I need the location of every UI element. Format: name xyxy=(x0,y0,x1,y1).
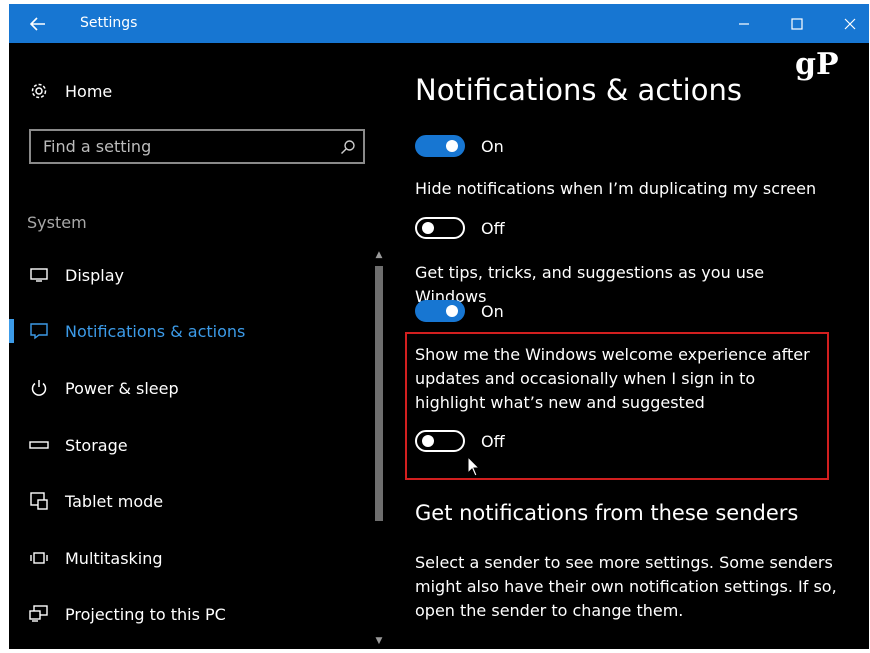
sidebar-item-power[interactable]: Power & sleep xyxy=(9,368,369,408)
tablet-mode-icon xyxy=(27,489,51,513)
section-label-system: System xyxy=(27,213,87,232)
toggle-switch[interactable] xyxy=(415,217,465,239)
setting-label-hide-duplicating: Hide notifications when I’m duplicating … xyxy=(415,179,817,198)
sidebar-item-label: Display xyxy=(65,265,124,285)
toggle-knob xyxy=(446,140,458,152)
sidebar-item-storage[interactable]: Storage xyxy=(9,425,369,465)
power-icon xyxy=(27,376,51,400)
sidebar-item-label: Power & sleep xyxy=(65,378,179,398)
toggle-state-label: Off xyxy=(481,218,505,238)
projecting-icon xyxy=(27,602,51,626)
maximize-icon xyxy=(791,17,803,30)
search-box[interactable] xyxy=(29,129,365,164)
toggle-switch[interactable] xyxy=(415,300,465,322)
toggle-knob xyxy=(446,305,458,317)
sidebar-item-label: Notifications & actions xyxy=(65,321,246,341)
gp-logo: gP xyxy=(795,47,839,82)
active-indicator xyxy=(9,319,14,343)
sidebar-item-display[interactable]: Display xyxy=(9,255,369,295)
minimize-button[interactable] xyxy=(719,4,769,43)
toggle-switch[interactable] xyxy=(415,135,465,157)
toggle-state-label: On xyxy=(481,136,504,156)
toggle-state-label: On xyxy=(481,301,504,321)
sidebar-item-label: Storage xyxy=(65,435,128,455)
storage-icon xyxy=(27,433,51,457)
sidebar-item-projecting[interactable]: Projecting to this PC xyxy=(9,594,369,634)
mouse-cursor-icon xyxy=(467,456,481,477)
sidebar: Home System Display xyxy=(9,43,383,649)
search-icon[interactable] xyxy=(333,132,363,162)
page-title: Notifications & actions xyxy=(415,73,742,107)
sidebar-item-home[interactable]: Home xyxy=(9,71,369,111)
setting-row: On xyxy=(415,133,504,159)
setting-label-welcome-experience: Show me the Windows welcome experience a… xyxy=(415,345,810,412)
sidebar-item-label: Projecting to this PC xyxy=(65,604,226,624)
settings-window: Settings Home Find a setting System Disp… xyxy=(9,4,869,649)
close-button[interactable] xyxy=(825,4,869,43)
sidebar-item-multitasking[interactable]: Multitasking xyxy=(9,538,369,578)
minimize-icon xyxy=(739,22,749,25)
sidebar-item-notifications[interactable]: Notifications & actions xyxy=(9,311,369,351)
notification-icon xyxy=(27,319,51,343)
main-content: Notifications & actions gP On Hide notif… xyxy=(381,43,869,649)
close-icon xyxy=(844,18,856,29)
sidebar-item-tablet-mode[interactable]: Tablet mode xyxy=(9,481,369,521)
setting-row: On xyxy=(415,298,504,324)
setting-row: Off xyxy=(415,428,505,454)
senders-description: Select a sender to see more settings. So… xyxy=(415,553,837,620)
search-input[interactable] xyxy=(31,136,333,157)
sidebar-item-label: Multitasking xyxy=(65,548,163,568)
sidebar-item-label: Tablet mode xyxy=(65,491,164,511)
title-bar: Settings xyxy=(9,4,869,43)
section-heading-senders: Get notifications from these senders xyxy=(415,501,799,525)
gear-icon xyxy=(27,79,51,103)
toggle-knob xyxy=(422,222,434,234)
toggle-knob xyxy=(422,435,434,447)
sidebar-item-label: Home xyxy=(65,81,113,101)
monitor-icon xyxy=(27,263,51,287)
arrow-left-icon xyxy=(30,16,45,31)
setting-row: Off xyxy=(415,215,505,241)
multitasking-icon xyxy=(27,546,51,570)
toggle-switch[interactable] xyxy=(415,430,465,452)
toggle-state-label: Off xyxy=(481,431,505,451)
maximize-button[interactable] xyxy=(772,4,822,43)
app-title: Settings xyxy=(80,15,138,31)
back-button[interactable] xyxy=(9,4,67,43)
